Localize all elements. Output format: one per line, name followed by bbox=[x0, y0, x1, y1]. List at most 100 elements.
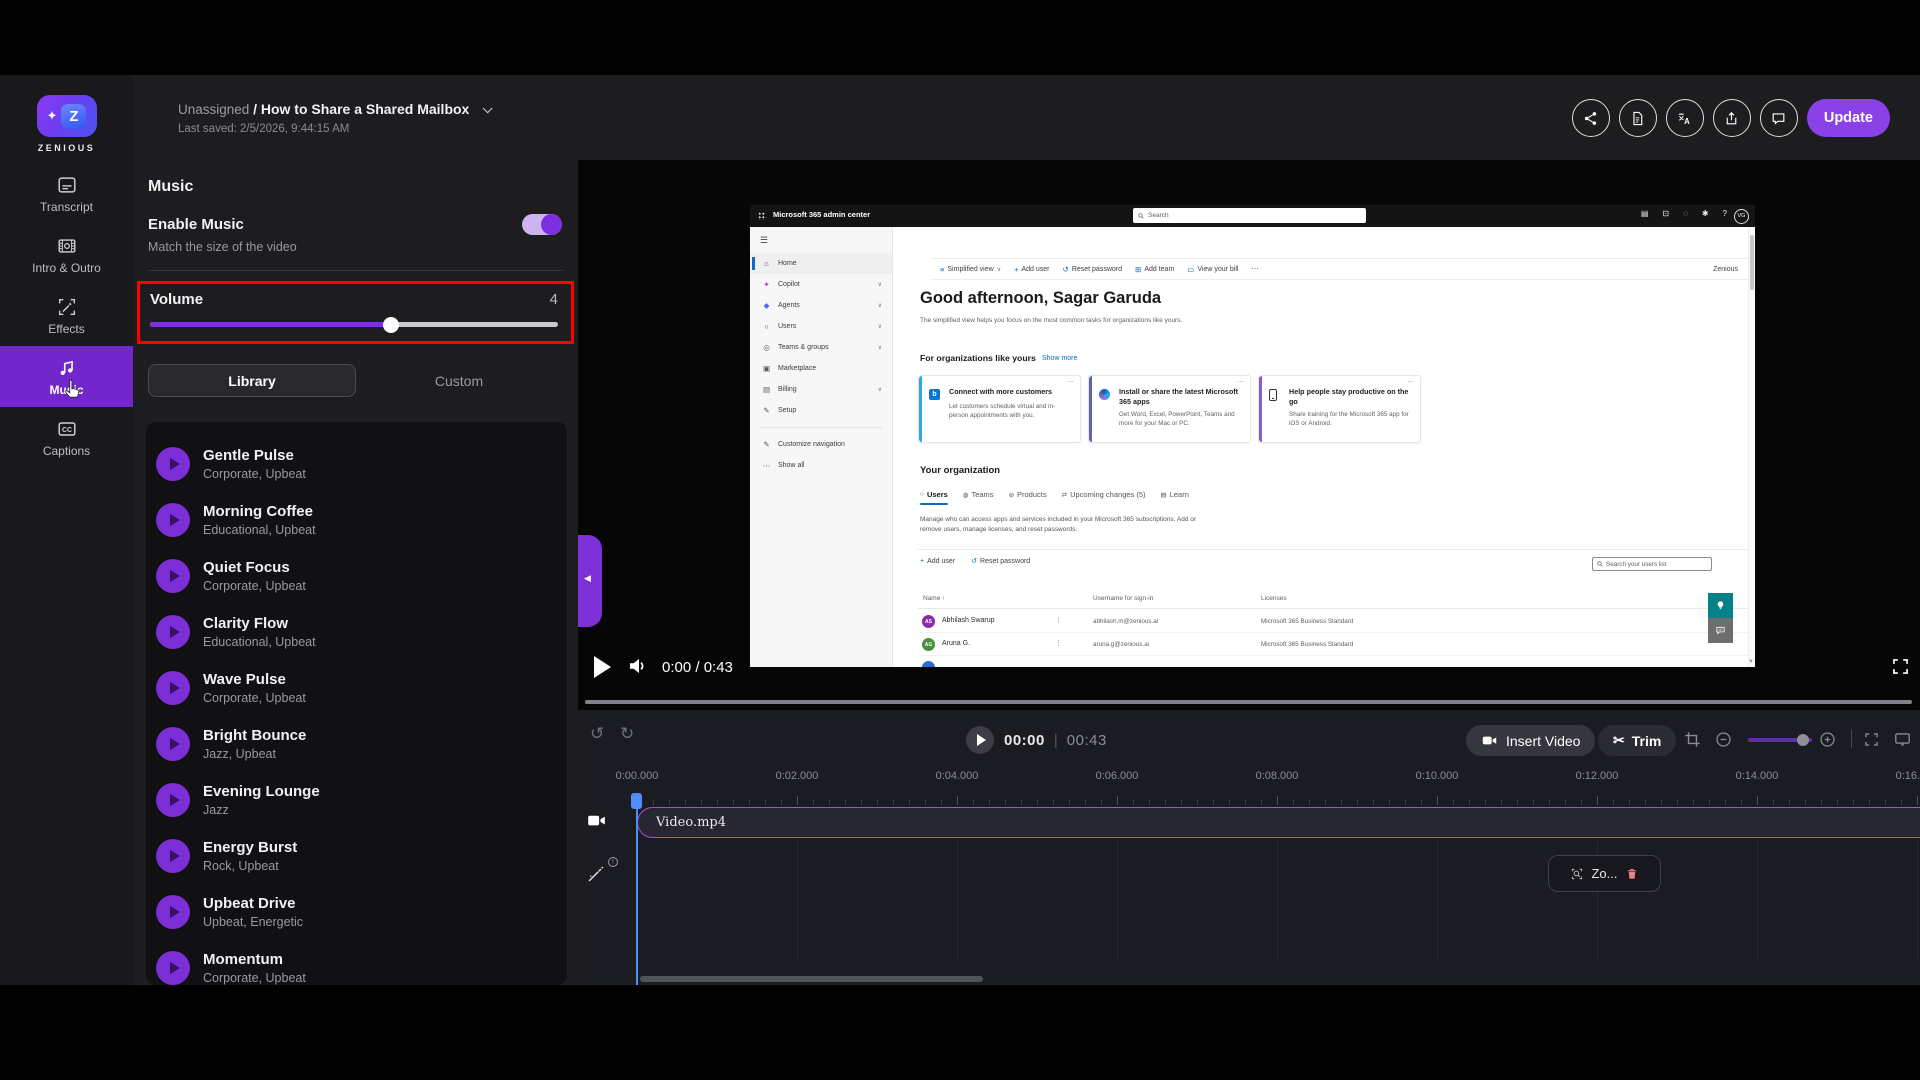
m365-action-reset-password[interactable]: ↺ Reset password bbox=[971, 557, 1030, 566]
hamburger-icon[interactable]: ☰ bbox=[760, 235, 768, 246]
update-button[interactable]: Update bbox=[1806, 99, 1890, 137]
feedback-comment-button[interactable] bbox=[1708, 618, 1733, 643]
m365-search-box[interactable]: Search bbox=[1133, 208, 1366, 223]
m365-users-search[interactable]: Search your users list bbox=[1592, 557, 1712, 571]
scroll-down-arrow-icon[interactable]: ▼ bbox=[1748, 659, 1754, 665]
m365-nav-agents[interactable]: ◆ Agents ∨ bbox=[750, 295, 892, 316]
m365-nav-users[interactable]: ○ Users ∨ bbox=[750, 316, 892, 337]
track-play-button[interactable] bbox=[156, 671, 190, 705]
sidebar-item-transcript[interactable]: Transcript bbox=[0, 163, 133, 224]
m365-nav-show-all[interactable]: ⋯ Show all bbox=[750, 455, 892, 476]
tab-library[interactable]: Library bbox=[148, 364, 356, 397]
music-track-item[interactable]: Energy Burst Rock, Upbeat bbox=[146, 828, 567, 884]
m365-user-row[interactable]: AS Abhilash Swarup ⋮ abhilash.m@zenious.… bbox=[918, 610, 1748, 633]
track-play-button[interactable] bbox=[156, 559, 190, 593]
m365-toolbar-view-your-bill[interactable]: ▭ View your bill bbox=[1187, 265, 1238, 274]
volume-slider[interactable] bbox=[150, 316, 558, 333]
music-track-item[interactable]: Clarity Flow Educational, Upbeat bbox=[146, 604, 567, 660]
m365-nav-marketplace[interactable]: ▣ Marketplace bbox=[750, 358, 892, 379]
m365-nav-customize-navigation[interactable]: ✎ Customize navigation bbox=[750, 434, 892, 455]
crop-tool-button[interactable] bbox=[1683, 730, 1702, 749]
show-more-link[interactable]: Show more bbox=[1042, 355, 1077, 362]
m365-topbar-icon[interactable]: ◌ bbox=[1683, 209, 1688, 218]
track-play-button[interactable] bbox=[156, 615, 190, 649]
undo-button[interactable]: ↺ bbox=[590, 724, 604, 744]
track-play-button[interactable] bbox=[156, 783, 190, 817]
m365-col-name[interactable]: Name ↑ bbox=[923, 595, 945, 602]
comment-button[interactable] bbox=[1759, 99, 1798, 137]
music-track-item[interactable]: Evening Lounge Jazz bbox=[146, 772, 567, 828]
panel-collapse-handle[interactable]: ◀ bbox=[578, 535, 602, 627]
m365-action-add-user[interactable]: + Add user bbox=[920, 557, 955, 565]
share-button[interactable] bbox=[1571, 99, 1610, 137]
m365-org-tab-learn[interactable]: ▤ Learn bbox=[1161, 490, 1189, 505]
track-play-button[interactable] bbox=[156, 447, 190, 481]
m365-topbar-icon[interactable]: ? bbox=[1723, 209, 1727, 218]
m365-toolbar-add-team[interactable]: ⊞ Add team bbox=[1135, 265, 1174, 274]
screen-preview-button[interactable] bbox=[1893, 730, 1912, 749]
m365-col-licenses[interactable]: Licenses bbox=[1261, 595, 1287, 602]
zoom-in-button[interactable] bbox=[1818, 730, 1837, 749]
translate-button[interactable]: A bbox=[1665, 99, 1704, 137]
m365-org-tab-users[interactable]: ○ Users bbox=[920, 490, 948, 505]
m365-nav-copilot[interactable]: ✦ Copilot ∨ bbox=[750, 274, 892, 295]
track-play-button[interactable] bbox=[156, 895, 190, 929]
sidebar-item-intro-outro[interactable]: Intro & Outro bbox=[0, 224, 133, 285]
m365-toolbar-simplified-view[interactable]: ≡ Simplified view ∨ bbox=[940, 265, 1001, 274]
track-play-button[interactable] bbox=[156, 951, 190, 985]
timeline-video-clip[interactable]: Video.mp4 bbox=[637, 807, 1920, 838]
m365-nav-setup[interactable]: ✎ Setup bbox=[750, 400, 892, 421]
m365-topbar-icon[interactable]: ✱ bbox=[1702, 209, 1709, 218]
m365-nav-billing[interactable]: ▤ Billing ∨ bbox=[750, 379, 892, 400]
waffle-menu-icon[interactable] bbox=[758, 212, 766, 220]
enable-music-toggle[interactable] bbox=[522, 214, 562, 235]
m365-avatar[interactable]: VG bbox=[1734, 208, 1749, 224]
trim-button[interactable]: ✂ Trim bbox=[1598, 725, 1677, 756]
fit-view-button[interactable] bbox=[1862, 730, 1881, 749]
player-fullscreen-button[interactable] bbox=[1890, 656, 1911, 677]
m365-nav-teams-groups[interactable]: ◎ Teams & groups ∨ bbox=[750, 337, 892, 358]
row-more-icon[interactable]: ⋮ bbox=[1055, 639, 1062, 647]
track-play-button[interactable] bbox=[156, 503, 190, 537]
playhead-handle[interactable] bbox=[631, 793, 642, 809]
more-options-icon[interactable]: ⋯ bbox=[1407, 378, 1414, 386]
m365-toolbar-reset-password[interactable]: ↺ Reset password bbox=[1063, 265, 1123, 274]
scrollbar-thumb[interactable] bbox=[1749, 235, 1754, 290]
chevron-down-icon[interactable] bbox=[482, 103, 493, 114]
m365-nav-home[interactable]: ⌂ Home bbox=[750, 253, 892, 274]
insert-video-button[interactable]: Insert Video bbox=[1466, 725, 1596, 756]
help-bulb-button[interactable] bbox=[1708, 593, 1733, 618]
m365-org-tab-products[interactable]: ⊚ Products bbox=[1009, 490, 1047, 505]
timeline-zoom-slider[interactable] bbox=[1748, 734, 1812, 746]
m365-toolbar-more[interactable]: ⋯ bbox=[1252, 265, 1259, 273]
redo-button[interactable]: ↻ bbox=[620, 724, 634, 744]
sidebar-item-captions[interactable]: CC Captions bbox=[0, 407, 133, 468]
player-volume-button[interactable] bbox=[626, 654, 650, 678]
m365-card[interactable]: ⋯ b Connect with more customers Let cust… bbox=[918, 375, 1081, 443]
track-play-button[interactable] bbox=[156, 839, 190, 873]
music-track-item[interactable]: Wave Pulse Corporate, Upbeat bbox=[146, 660, 567, 716]
music-track-item[interactable]: Quiet Focus Corporate, Upbeat bbox=[146, 548, 567, 604]
zoom-out-button[interactable] bbox=[1714, 730, 1733, 749]
m365-topbar-icon[interactable]: ⊡ bbox=[1662, 209, 1669, 218]
m365-card[interactable]: ⋯ Install or share the latest Microsoft … bbox=[1088, 375, 1251, 443]
volume-slider-thumb[interactable] bbox=[382, 316, 399, 333]
music-track-item[interactable]: Morning Coffee Educational, Upbeat bbox=[146, 492, 567, 548]
m365-card[interactable]: ⋯ Help people stay productive on the go … bbox=[1258, 375, 1421, 443]
music-track-item[interactable]: Momentum Corporate, Upbeat bbox=[146, 940, 567, 985]
sidebar-item-effects[interactable]: Effects bbox=[0, 285, 133, 346]
music-track-item[interactable]: Bright Bounce Jazz, Upbeat bbox=[146, 716, 567, 772]
export-button[interactable] bbox=[1712, 99, 1751, 137]
m365-topbar-icon[interactable]: ▤ bbox=[1641, 209, 1649, 218]
track-play-button[interactable] bbox=[156, 727, 190, 761]
m365-user-row[interactable]: AG Aruna G. ⋮ aruna.g@zenious.ai Microso… bbox=[918, 633, 1748, 656]
music-track-item[interactable]: Gentle Pulse Corporate, Upbeat bbox=[146, 436, 567, 492]
timeline-play-button[interactable] bbox=[966, 726, 994, 754]
zoom-effect-chip[interactable]: Zo... bbox=[1548, 855, 1661, 892]
row-more-icon[interactable]: ⋮ bbox=[1055, 616, 1062, 624]
m365-col-username[interactable]: Username for sign-in bbox=[1093, 595, 1153, 602]
timeline-scrollbar[interactable] bbox=[640, 976, 983, 982]
breadcrumb[interactable]: Unassigned / How to Share a Shared Mailb… bbox=[178, 101, 493, 117]
m365-toolbar-add-user[interactable]: + Add user bbox=[1014, 265, 1049, 274]
player-play-button[interactable] bbox=[594, 656, 611, 678]
